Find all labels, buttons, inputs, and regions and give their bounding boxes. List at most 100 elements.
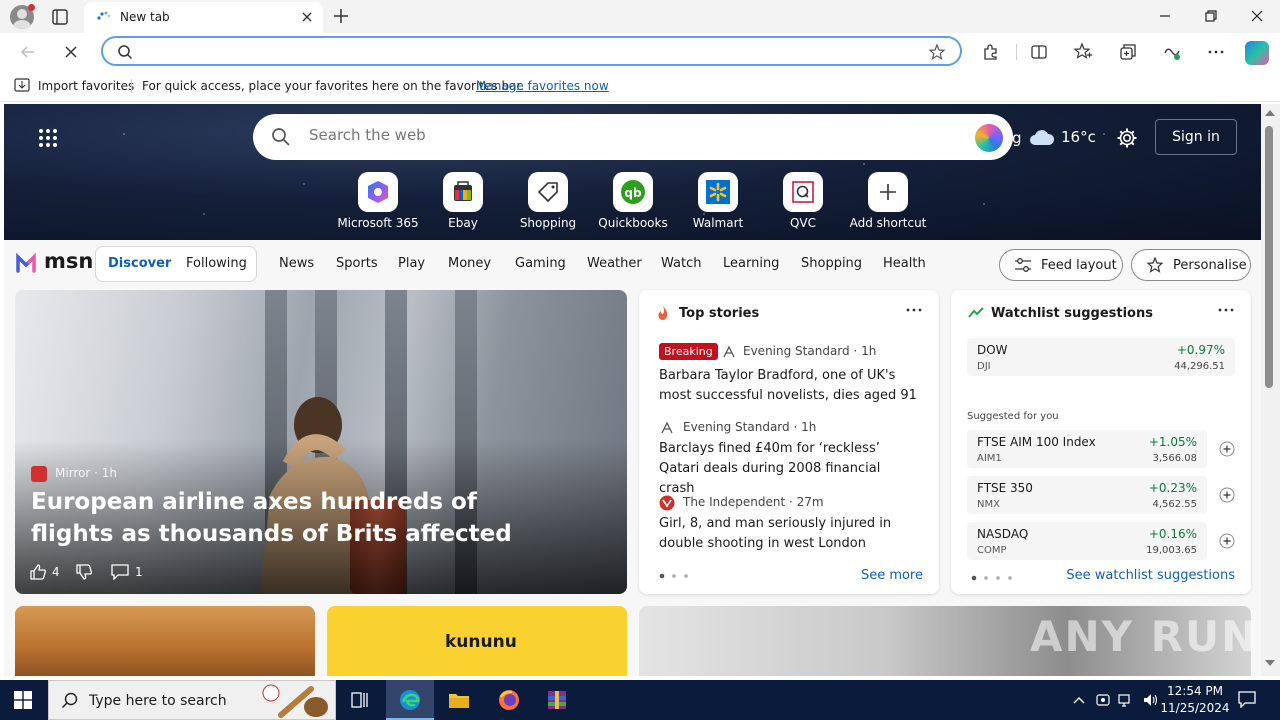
- story-tile-food[interactable]: [15, 606, 315, 676]
- thumbs-up-icon[interactable]: [29, 563, 47, 581]
- hero-story-card[interactable]: Mirror · 1h European airline axes hundre…: [15, 290, 627, 594]
- more-options-icon[interactable]: [1217, 304, 1235, 316]
- carousel-dots[interactable]: [971, 574, 1017, 582]
- close-icon[interactable]: [1250, 9, 1264, 23]
- story-source: Evening Standard · 1h: [743, 344, 877, 358]
- nav-shopping[interactable]: Shopping: [801, 256, 862, 271]
- notifications-icon[interactable]: [1238, 691, 1256, 708]
- winrar-icon[interactable]: [545, 688, 569, 712]
- microsoft-365-icon: [358, 172, 398, 212]
- see-watchlist-link[interactable]: See watchlist suggestions: [1066, 568, 1235, 583]
- collections-icon[interactable]: [1118, 42, 1138, 62]
- firefox-icon[interactable]: [497, 688, 521, 712]
- copilot-search-icon[interactable]: [975, 124, 1003, 152]
- feed-layout-button[interactable]: Feed layout: [999, 249, 1123, 281]
- tray-overflow-chevron-icon[interactable]: [1071, 692, 1087, 708]
- cloud-icon[interactable]: [1028, 128, 1056, 146]
- nav-play[interactable]: Play: [398, 256, 425, 271]
- add-to-watchlist-icon[interactable]: [1219, 441, 1235, 457]
- watchlist-row-dow[interactable]: DOW DJI +0.97% 44,296.51: [967, 338, 1235, 376]
- weather-temperature[interactable]: 16°c: [1061, 128, 1096, 146]
- nav-learning[interactable]: Learning: [723, 256, 779, 271]
- story-headline[interactable]: Barclays fined £40m for ‘reckless’ Qatar…: [659, 439, 919, 499]
- msn-logo[interactable]: msn: [16, 249, 93, 275]
- favorite-star-icon[interactable]: [928, 43, 946, 61]
- nav-weather[interactable]: Weather: [587, 256, 642, 271]
- story-source: Mirror · 1h: [55, 466, 118, 480]
- browser-essentials-icon[interactable]: [1162, 42, 1182, 62]
- plus-icon: [868, 172, 908, 212]
- tray-meet-icon[interactable]: [1095, 692, 1111, 708]
- tab-actions-icon[interactable]: [50, 7, 70, 27]
- evening-standard-icon: [661, 421, 673, 434]
- split-screen-icon[interactable]: [1029, 42, 1049, 62]
- add-to-watchlist-icon[interactable]: [1219, 533, 1235, 549]
- scroll-thumb[interactable]: [1265, 126, 1273, 388]
- taskbar-search-box[interactable]: Type here to search: [48, 680, 336, 720]
- story-tile-kununu[interactable]: kununu: [327, 606, 627, 676]
- settings-gear-icon[interactable]: [1116, 127, 1138, 149]
- see-more-link[interactable]: See more: [861, 568, 923, 583]
- ebay-icon: [443, 172, 483, 212]
- nav-news[interactable]: News: [279, 256, 314, 271]
- shortcut-shopping[interactable]: Shopping: [506, 172, 590, 230]
- add-shortcut-button[interactable]: Add shortcut: [846, 172, 930, 230]
- volume-icon[interactable]: [1142, 692, 1158, 708]
- watchlist-row-ftse350[interactable]: FTSE 350 NMX +0.23% 4,562.55: [967, 476, 1235, 514]
- tab-new-tab[interactable]: New tab: [84, 2, 323, 33]
- story-headline[interactable]: Girl, 8, and man seriously injured in do…: [659, 514, 919, 554]
- watchlist-row-nasdaq[interactable]: NASDAQ COMP +0.16% 19,003.65: [967, 522, 1235, 560]
- nav-sports[interactable]: Sports: [336, 256, 378, 271]
- sign-in-button[interactable]: Sign in: [1155, 119, 1237, 155]
- shortcut-qvc[interactable]: QVC: [761, 172, 845, 230]
- task-view-icon[interactable]: [348, 688, 372, 712]
- extensions-icon[interactable]: [981, 42, 1001, 62]
- minimize-icon[interactable]: [1158, 9, 1172, 23]
- shortcut-walmart[interactable]: Walmart: [676, 172, 760, 230]
- add-to-watchlist-icon[interactable]: [1219, 487, 1235, 503]
- page-scrollbar[interactable]: [1261, 104, 1280, 676]
- ticker-name: FTSE 350: [977, 481, 1033, 495]
- import-favorites-button[interactable]: Import favorites: [38, 79, 134, 93]
- more-options-icon[interactable]: [905, 304, 923, 316]
- address-bar[interactable]: [101, 36, 962, 66]
- apps-launcher-icon[interactable]: [38, 128, 58, 148]
- story-headline[interactable]: Barbara Taylor Bradford, one of UK's mos…: [659, 366, 919, 406]
- thumbs-down-icon[interactable]: [75, 563, 93, 581]
- more-icon[interactable]: [1206, 42, 1226, 62]
- windows-start-icon[interactable]: [14, 691, 32, 709]
- shortcut-ebay[interactable]: Ebay: [421, 172, 505, 230]
- story-headline[interactable]: European airline axes hundreds of flight…: [31, 486, 551, 550]
- feed-mode-switch: Discover Following: [95, 246, 257, 282]
- tab-discover[interactable]: Discover: [108, 256, 171, 271]
- scroll-down-arrow-icon[interactable]: [1265, 660, 1275, 666]
- nav-gaming[interactable]: Gaming: [515, 256, 566, 271]
- carousel-dots[interactable]: [659, 572, 693, 580]
- system-clock[interactable]: 12:54 PM 11/25/2024: [1160, 683, 1230, 717]
- nav-money[interactable]: Money: [448, 256, 491, 271]
- manage-favorites-link[interactable]: Manage favorites now: [476, 79, 609, 93]
- import-favorites-icon[interactable]: [14, 78, 30, 92]
- new-tab-icon[interactable]: [332, 7, 350, 25]
- watchlist-card: Watchlist suggestions DOW DJI +0.97% 44,…: [951, 290, 1251, 594]
- shortcut-microsoft-365[interactable]: Microsoft 365: [336, 172, 420, 230]
- nav-health[interactable]: Health: [883, 256, 926, 271]
- stop-loading-icon[interactable]: [61, 42, 81, 62]
- ticker-change: +0.16%: [1148, 527, 1197, 541]
- shortcut-quickbooks[interactable]: qb Quickbooks: [591, 172, 675, 230]
- back-icon[interactable]: [18, 42, 38, 62]
- edge-browser-icon[interactable]: [398, 688, 422, 712]
- network-icon[interactable]: [1118, 692, 1134, 708]
- close-tab-icon[interactable]: [299, 9, 315, 25]
- favorites-icon[interactable]: [1073, 42, 1093, 62]
- nav-watch[interactable]: Watch: [661, 256, 701, 271]
- watchlist-row-aim100[interactable]: FTSE AIM 100 Index AIM1 +1.05% 3,566.08: [967, 430, 1235, 468]
- copilot-icon[interactable]: [1245, 41, 1269, 65]
- file-explorer-icon[interactable]: [447, 688, 471, 712]
- comment-icon[interactable]: [111, 564, 129, 580]
- tab-following[interactable]: Following: [186, 256, 247, 271]
- scroll-up-arrow-icon[interactable]: [1265, 110, 1275, 116]
- restore-icon[interactable]: [1204, 9, 1218, 23]
- web-search-box[interactable]: Search the web: [253, 114, 1013, 160]
- personalise-button[interactable]: Personalise: [1131, 249, 1251, 281]
